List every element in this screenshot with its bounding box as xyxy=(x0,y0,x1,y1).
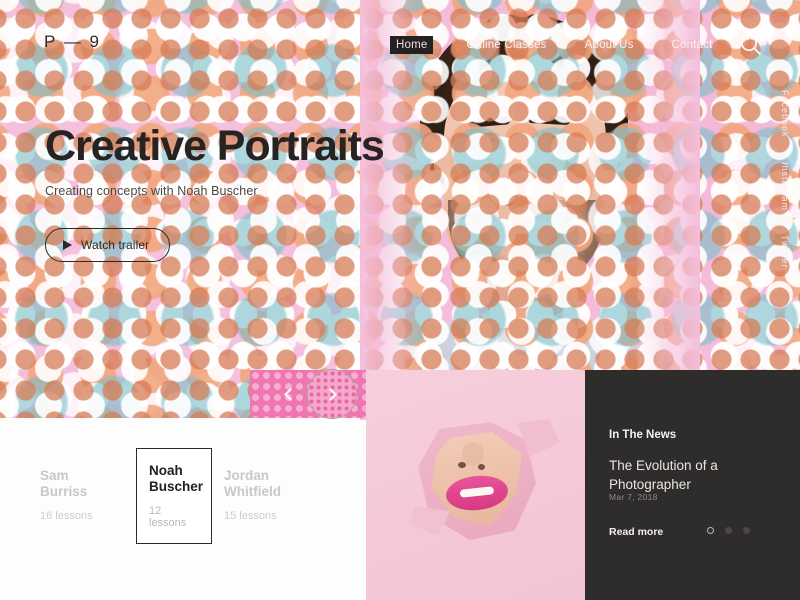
instructor-last-name: Burriss xyxy=(40,484,88,500)
news-dot-1[interactable] xyxy=(707,527,714,534)
social-links: Facebook Instagram Twitter xyxy=(780,90,790,268)
site-header: P — 9 Home Online Classes About Us Conta… xyxy=(0,0,800,86)
hero-subtitle: Creating concepts with Noah Buscher xyxy=(45,184,258,198)
instructor-list: Sam Burriss 16 lessons Noah Buscher 12 l… xyxy=(36,448,312,544)
instructor-card-jordan-whitfield[interactable]: Jordan Whitfield 15 lessons xyxy=(220,462,312,530)
main-navigation: Home Online Classes About Us Contact xyxy=(390,36,718,54)
slider-prev-button[interactable] xyxy=(278,383,300,405)
read-more-link[interactable]: Read more xyxy=(609,526,663,538)
news-dot-3[interactable] xyxy=(743,527,750,534)
instructor-card-noah-buscher[interactable]: Noah Buscher 12 lessons xyxy=(136,448,212,544)
watch-trailer-button[interactable]: Watch trailer xyxy=(45,228,171,262)
instructor-lessons: 15 lessons xyxy=(224,509,277,522)
news-pagination-dots xyxy=(707,527,750,534)
instructor-lessons: 12 lessons xyxy=(149,504,187,529)
slider-next-button[interactable] xyxy=(307,369,357,419)
site-logo[interactable]: P — 9 xyxy=(44,32,101,52)
news-date: Mar 7, 2018 xyxy=(609,492,658,502)
social-link-instagram[interactable]: Instagram xyxy=(780,162,790,211)
chevron-left-icon xyxy=(284,387,297,401)
news-panel: In The News The Evolution of a Photograp… xyxy=(585,370,800,600)
nav-item-contact[interactable]: Contact xyxy=(667,36,718,54)
search-icon[interactable] xyxy=(738,32,764,58)
hero-copy: Creative Portraits Creating concepts wit… xyxy=(45,122,385,262)
instructor-last-name: Whitfield xyxy=(224,484,281,500)
nav-item-about-us[interactable]: About Us xyxy=(580,36,639,54)
nav-item-home[interactable]: Home xyxy=(390,36,434,54)
feature-image-lips xyxy=(366,370,585,600)
nav-item-online-classes[interactable]: Online Classes xyxy=(461,36,551,54)
instructor-first-name: Sam xyxy=(40,468,69,483)
landing-page: P — 9 Home Online Classes About Us Conta… xyxy=(0,0,800,600)
instructor-lessons: 16 lessons xyxy=(40,509,93,522)
news-headline[interactable]: The Evolution of a Photographer xyxy=(609,456,769,494)
play-icon xyxy=(63,240,72,250)
instructor-first-name: Jordan xyxy=(224,468,270,483)
news-dot-2[interactable] xyxy=(725,527,732,534)
page-title: Creative Portraits xyxy=(45,122,385,170)
social-link-facebook[interactable]: Facebook xyxy=(780,90,790,138)
instructor-first-name: Noah xyxy=(149,463,183,478)
instructor-card-sam-burriss[interactable]: Sam Burriss 16 lessons xyxy=(36,462,128,530)
social-link-twitter[interactable]: Twitter xyxy=(780,235,790,269)
news-kicker: In The News xyxy=(609,429,677,441)
watch-trailer-label: Watch trailer xyxy=(81,238,150,252)
instructor-last-name: Buscher xyxy=(149,479,204,495)
